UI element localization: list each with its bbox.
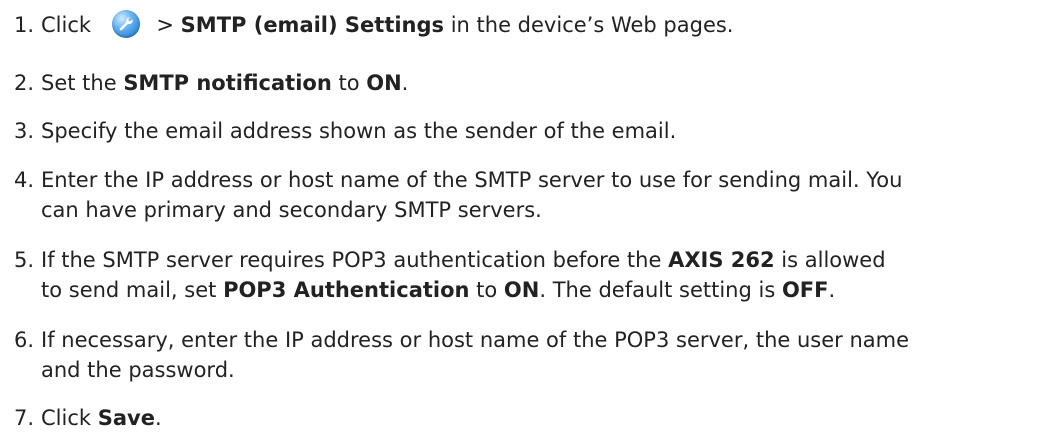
step-7: 7. Click Save. — [14, 403, 1034, 433]
setting-name: POP3 Authentication — [223, 278, 470, 302]
step-6: 6. If necessary, enter the IP address or … — [14, 325, 1034, 385]
step-number: 5. — [14, 248, 35, 272]
setting-name: SMTP notification — [123, 71, 332, 95]
setting-value: ON — [366, 71, 402, 95]
menu-path-label: SMTP (email) Settings — [180, 13, 445, 37]
setting-value: ON — [503, 278, 540, 302]
save-label: Save — [97, 406, 155, 430]
step-text-line-2: and the password. — [41, 358, 235, 382]
step-3: 3. Specify the email address shown as the… — [14, 116, 1034, 146]
step-2: 2. Set the SMTP notification to ON. — [14, 68, 1034, 98]
step-text-line-1: If the SMTP server requires POP3 authent… — [41, 248, 886, 272]
step-text: Click Save. — [41, 406, 162, 430]
step-number: 2. — [14, 71, 35, 95]
step-number: 3. — [14, 119, 35, 143]
step-text: Click > SMTP (email) Settings in the dev… — [41, 10, 733, 38]
product-name: AXIS 262 — [668, 248, 775, 272]
step-number: 4. — [14, 168, 35, 192]
step-text: Specify the email address shown as the s… — [41, 119, 677, 143]
step-text-line-1: Enter the IP address or host name of the… — [41, 168, 903, 192]
step-text-line-1: If necessary, enter the IP address or ho… — [41, 328, 910, 352]
step-text-line-2: to send mail, set POP3 Authentication to… — [41, 278, 836, 302]
instruction-list: 1. Click > SMTP (email) Settings in the d… — [0, 0, 1044, 437]
wrench-settings-icon — [111, 10, 140, 38]
step-1: 1. Click > SMTP (email) Settings in the d… — [14, 10, 1034, 40]
default-value: OFF — [781, 278, 829, 302]
step-text-line-2: can have primary and secondary SMTP serv… — [41, 198, 542, 222]
step-4: 4. Enter the IP address or host name of t… — [14, 165, 1034, 225]
step-number: 6. — [14, 328, 35, 352]
step-text: Set the SMTP notification to ON. — [41, 71, 409, 95]
step-5: 5. If the SMTP server requires POP3 authe… — [14, 245, 1034, 305]
step-number: 1. — [14, 13, 35, 37]
step-number: 7. — [14, 406, 35, 430]
